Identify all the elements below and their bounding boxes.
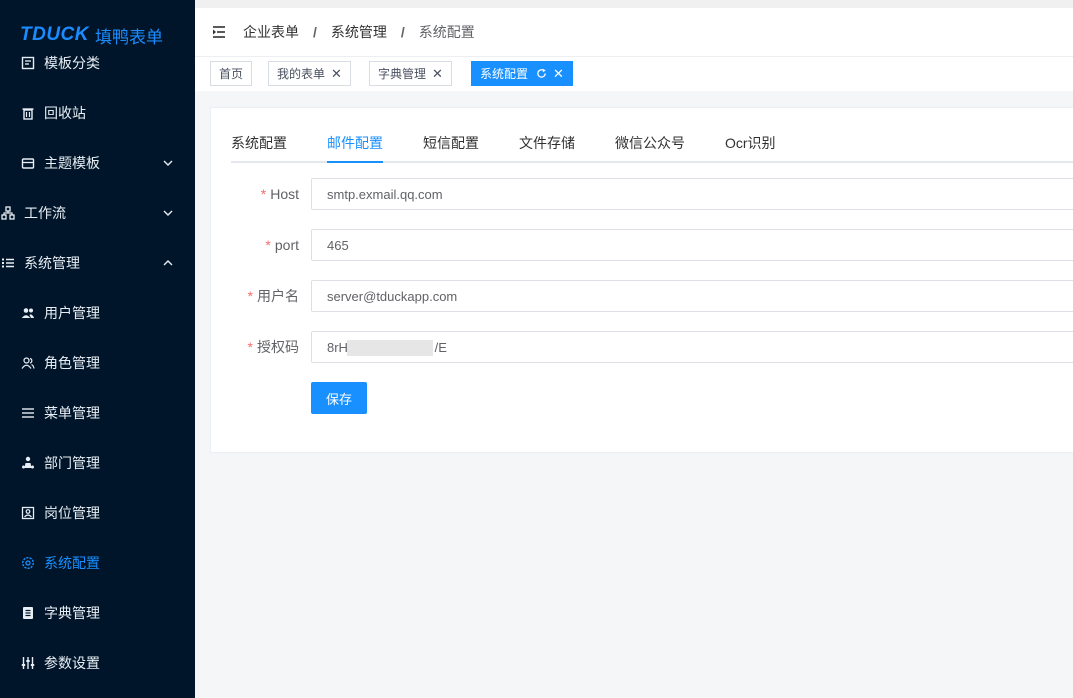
sidebar-item-label: 用户管理	[44, 305, 100, 321]
refresh-icon[interactable]	[536, 68, 547, 79]
breadcrumb-item[interactable]: 系统管理	[331, 22, 387, 42]
sidebar-item-label: 参数设置	[44, 655, 100, 671]
sidebar-item-label: 角色管理	[44, 355, 100, 371]
breadcrumb-item[interactable]: 企业表单	[243, 22, 299, 42]
tag-label: 字典管理	[378, 67, 427, 81]
required-mark: *	[265, 237, 271, 253]
sidebar-item-label: 字典管理	[44, 605, 100, 621]
menu-icon	[20, 405, 36, 421]
sidebar-item-role-management[interactable]: 角色管理	[0, 341, 195, 385]
sidebar-item-recycle-bin[interactable]: 回收站	[0, 91, 195, 135]
sidebar-item-dictionary-management[interactable]: 字典管理	[0, 591, 195, 635]
sidebar-item-workflow[interactable]: 工作流	[0, 191, 195, 235]
host-label: * Host	[261, 178, 299, 210]
logo-name: 填鸭表单	[95, 27, 163, 47]
sidebar-item-template-category[interactable]: 模板分类	[0, 50, 195, 76]
breadcrumb-item-current: 系统配置	[418, 24, 475, 40]
sidebar-item-department-management[interactable]: 部门管理	[0, 441, 195, 485]
sidebar-item-menu-management[interactable]: 菜单管理	[0, 391, 195, 435]
form-row-host: * Host	[211, 178, 1073, 210]
sidebar-item-theme-template[interactable]: 主题模板	[0, 141, 195, 185]
workflow-icon	[0, 205, 16, 221]
gear-icon	[20, 555, 36, 571]
close-icon[interactable]: ✕	[553, 66, 564, 82]
close-icon[interactable]: ✕	[331, 66, 342, 82]
field-label: 授权码	[257, 339, 299, 355]
template-category-icon	[20, 55, 36, 71]
field-label: 用户名	[257, 288, 299, 304]
sidebar-item-label: 系统管理	[24, 255, 80, 271]
sliders-icon	[20, 655, 36, 671]
tab-sms-config[interactable]: 短信配置	[423, 133, 479, 163]
logo[interactable]: TDUCK 填鸭表单	[20, 22, 163, 48]
tab-wechat-official[interactable]: 微信公众号	[615, 133, 685, 163]
sidebar-item-label: 菜单管理	[44, 405, 100, 421]
tag-dictionary-management[interactable]: 字典管理 ✕	[369, 61, 452, 86]
role-icon	[20, 355, 36, 371]
tab-mail-config[interactable]: 邮件配置	[327, 133, 383, 163]
tags-view: 首页 我的表单 ✕ 字典管理 ✕ 系统配置 ✕	[195, 57, 1073, 91]
sidebar-item-label: 模板分类	[44, 55, 100, 71]
username-input[interactable]	[311, 280, 1073, 312]
sidebar-item-label: 系统配置	[44, 555, 100, 571]
breadcrumb-separator: /	[400, 24, 405, 40]
required-mark: *	[260, 186, 267, 202]
sidebar-item-system-config[interactable]: 系统配置	[0, 541, 195, 585]
department-icon	[20, 455, 36, 471]
save-button[interactable]: 保存	[311, 382, 367, 414]
sidebar-item-label: 回收站	[44, 105, 86, 121]
required-mark: *	[247, 339, 253, 355]
config-card: 系统配置 邮件配置 短信配置 文件存储 微信公众号 Ocr识别 *Host *p…	[210, 107, 1073, 453]
chevron-down-icon	[163, 160, 173, 166]
tab-ocr[interactable]: Ocr识别	[725, 133, 776, 163]
tag-label: 首页	[219, 67, 244, 81]
breadcrumb: 企业表单 / 系统管理 / 系统配置	[243, 22, 475, 42]
port-label: * port	[265, 229, 299, 261]
tab-system-config[interactable]: 系统配置	[231, 133, 287, 163]
field-label: port	[274, 237, 299, 253]
menu-fold-icon[interactable]	[212, 25, 226, 39]
sidebar: TDUCK 填鸭表单 模板分类 回收站 主题模板 工作流 系统管理 用户管理 角…	[0, 0, 195, 698]
redaction-mask	[347, 340, 433, 356]
sidebar-item-user-management[interactable]: 用户管理	[0, 291, 195, 335]
theme-icon	[20, 155, 36, 171]
sidebar-item-position-management[interactable]: 岗位管理	[0, 491, 195, 535]
host-input[interactable]	[311, 178, 1073, 210]
required-mark: *	[247, 288, 253, 304]
port-input[interactable]	[311, 229, 1073, 261]
tag-label: 我的表单	[277, 67, 326, 81]
active-tab-indicator	[327, 161, 383, 163]
sidebar-item-system-management[interactable]: 系统管理	[0, 241, 195, 285]
auth-code-label: * 授权码	[248, 331, 299, 363]
tag-my-forms[interactable]: 我的表单 ✕	[268, 61, 351, 86]
close-icon[interactable]: ✕	[432, 66, 443, 82]
tag-label: 系统配置	[480, 67, 529, 81]
top-header: 企业表单 / 系统管理 / 系统配置	[195, 0, 1073, 57]
sidebar-item-parameter-settings[interactable]: 参数设置	[0, 641, 195, 685]
sidebar-item-label: 工作流	[24, 205, 66, 221]
sidebar-item-label: 部门管理	[44, 455, 100, 471]
field-label: Host	[270, 186, 299, 202]
username-label: * 用户名	[248, 280, 299, 312]
chevron-down-icon	[163, 210, 173, 216]
chevron-up-icon	[163, 260, 173, 266]
config-tabs: 系统配置 邮件配置 短信配置 文件存储 微信公众号 Ocr识别	[231, 133, 1073, 163]
logo-mark: TDUCK	[20, 24, 89, 45]
sidebar-item-label: 主题模板	[44, 155, 100, 171]
dictionary-icon	[20, 605, 36, 621]
tag-home[interactable]: 首页	[210, 61, 253, 86]
form-row-username: * 用户名	[211, 280, 1073, 312]
breadcrumb-separator: /	[313, 24, 317, 40]
form-row-auth-code: * 授权码	[211, 331, 1073, 363]
tag-system-config[interactable]: 系统配置 ✕	[471, 61, 573, 86]
tab-file-storage[interactable]: 文件存储	[519, 133, 575, 163]
form-row-port: * port	[211, 229, 1073, 261]
trash-icon	[20, 105, 36, 121]
users-icon	[20, 305, 36, 321]
list-icon	[0, 255, 16, 271]
sidebar-item-label: 岗位管理	[44, 505, 100, 521]
main-content: 系统配置 邮件配置 短信配置 文件存储 微信公众号 Ocr识别 *Host *p…	[195, 91, 1073, 698]
position-icon	[20, 505, 36, 521]
